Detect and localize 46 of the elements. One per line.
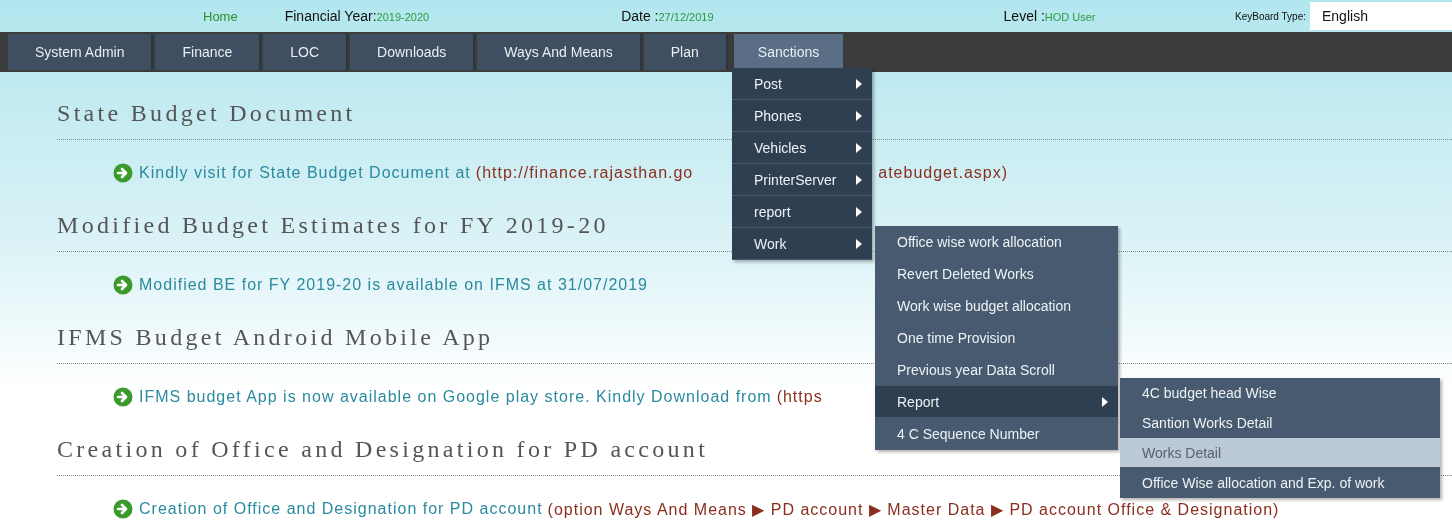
menu-item[interactable]: Office Wise allocation and Exp. of work <box>1120 468 1440 498</box>
menu-item[interactable]: 4 C Sequence Number <box>875 418 1118 450</box>
menu-item[interactable]: Revert Deleted Works <box>875 258 1118 290</box>
menu-item[interactable]: Report <box>875 386 1118 418</box>
caret-icon <box>856 238 862 249</box>
notice-text: Kindly visit for State Budget Document at <box>139 164 471 182</box>
notice-link[interactable]: (https <box>776 388 823 406</box>
date-label: Date : <box>621 8 659 24</box>
menu-item[interactable]: Work <box>732 228 872 260</box>
date-value: 27/12/2019 <box>658 11 714 23</box>
menu-item[interactable]: report <box>732 196 872 228</box>
menu-bar-item[interactable]: Plan <box>643 34 728 70</box>
menu-item[interactable]: Work wise budget allocation <box>875 290 1118 322</box>
caret-icon <box>856 78 862 89</box>
caret-icon <box>1102 396 1108 407</box>
notice-text: Modified BE for FY 2019-20 is available on IFMS at 31/07/2019 <box>139 276 648 294</box>
menu-item[interactable]: Santion Works Detail <box>1120 408 1440 438</box>
notice-link[interactable]: (option Ways And Means ▶ PD account ▶ Master Data ▶ PD account Office & Designation) <box>547 499 1280 519</box>
menu-item[interactable]: Works Detail <box>1120 438 1440 468</box>
menu-bar-item[interactable]: Finance <box>155 34 262 70</box>
menu-item[interactable]: 4C budget head Wise <box>1120 378 1440 408</box>
financial-year-label: Financial Year: <box>284 8 377 24</box>
keyboard-type-select[interactable]: English <box>1310 2 1452 30</box>
caret-icon <box>856 174 862 185</box>
menu-item[interactable]: Post <box>732 68 872 100</box>
notice-link[interactable]: atebudget.aspx) <box>878 164 1008 182</box>
menu-item[interactable]: One time Provision <box>875 322 1118 354</box>
menu-bar-item[interactable]: Downloads <box>350 34 476 70</box>
keyboard-type-label: KeyBoard Type: <box>1235 10 1306 22</box>
notice-text: Creation of Office and Designation for PD account <box>139 500 543 518</box>
menu-bar-item[interactable]: Sanctions <box>733 34 844 70</box>
menu-item[interactable]: PrinterServer <box>732 164 872 196</box>
caret-icon <box>856 142 862 153</box>
notice-text: IFMS budget App is now available on Google play store. Kindly Download from <box>139 388 772 406</box>
menu-bar-item[interactable]: Ways And Means <box>477 34 642 70</box>
menu-bar-item[interactable]: LOC <box>263 34 349 70</box>
menu-item[interactable]: Vehicles <box>732 132 872 164</box>
caret-icon <box>856 206 862 217</box>
menu-item[interactable]: Previous year Data Scroll <box>875 354 1118 386</box>
menu-item[interactable]: Office wise work allocation <box>875 226 1118 258</box>
menu-bar-item[interactable]: System Admin <box>8 34 154 70</box>
level-label: Level : <box>1003 8 1045 24</box>
menu-item[interactable]: Phones <box>732 100 872 132</box>
financial-year-value: 2019-2020 <box>376 11 430 23</box>
caret-icon <box>856 110 862 121</box>
notice-link[interactable]: (http://finance.rajasthan.go <box>475 164 694 182</box>
